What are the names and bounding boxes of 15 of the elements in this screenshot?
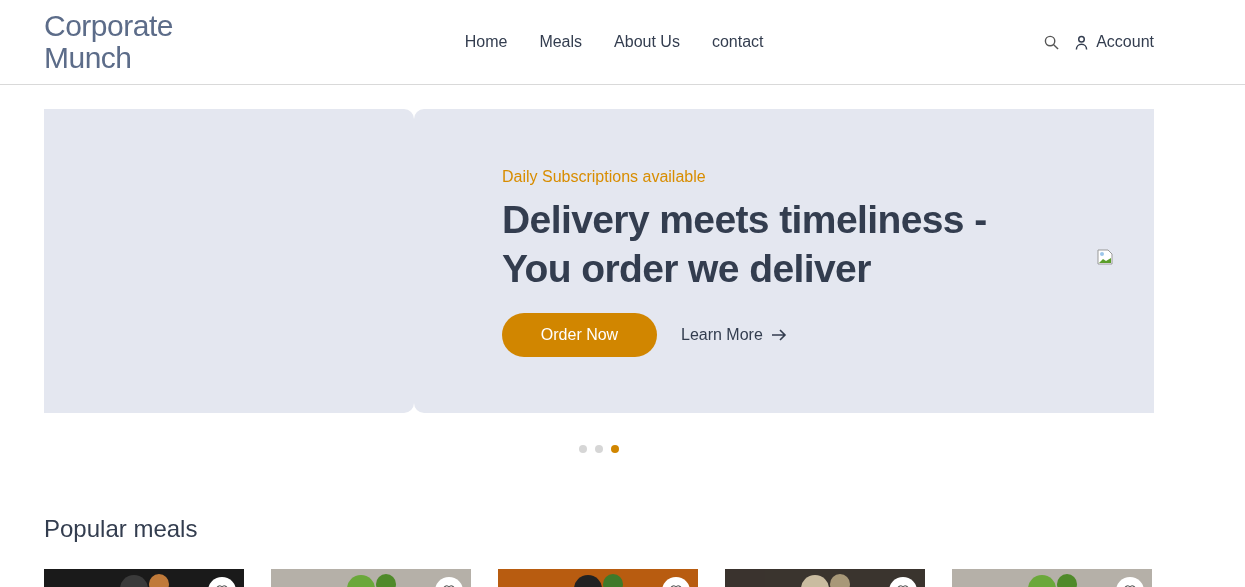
slide-indicator[interactable] — [611, 445, 619, 453]
broken-image-icon — [1097, 249, 1113, 265]
nav-link[interactable]: contact — [695, 30, 780, 54]
search-icon[interactable] — [1044, 34, 1060, 50]
hero-eyebrow: Daily Subscriptions available — [502, 167, 707, 187]
arrow-right-icon — [770, 329, 787, 341]
nav-link[interactable]: About Us — [598, 30, 696, 54]
account-link[interactable]: Account — [1075, 30, 1154, 54]
learn-more-link[interactable]: Learn More — [681, 323, 787, 347]
nav-link[interactable]: Home — [448, 30, 524, 54]
hero-title: Delivery meets timeliness - You order we deliver — [502, 197, 988, 292]
nav-link[interactable]: Meals — [523, 30, 599, 54]
brand-logo[interactable]: Corporate Munch — [44, 10, 204, 74]
section-title: Popular meals — [44, 515, 199, 544]
user-icon — [1075, 34, 1089, 50]
